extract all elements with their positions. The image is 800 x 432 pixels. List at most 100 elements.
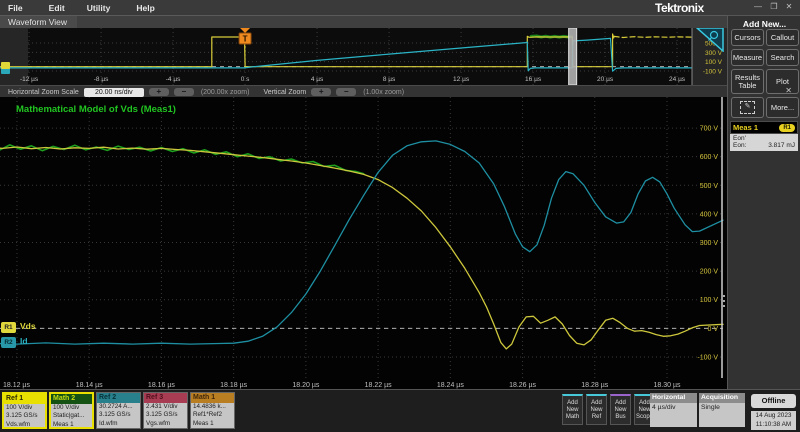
svg-text:12 µs: 12 µs [453,76,470,83]
window-close-button[interactable]: ✕ [783,2,795,11]
horizontal-zoom-scale-input[interactable]: 20.00 ns/div [84,88,144,97]
svg-text:-4 µs: -4 µs [166,76,181,83]
zoom-overview-close-icon[interactable]: ✕ [785,86,792,95]
overview-waveform-chart[interactable]: -12 µs-8 µs-4 µs0 s4 µs8 µs12 µs16 µs20 … [0,28,727,85]
datetime-display: 14 Aug 2023 11:10:38 AM [751,411,796,430]
cursors-button[interactable]: Cursors [731,29,764,46]
menu-file[interactable]: File [8,3,23,13]
ref2-scale: 30.2724 A... [97,403,140,411]
svg-text:-100 V: -100 V [703,68,723,75]
svg-text:300 V: 300 V [700,240,719,247]
measurement-results-badge[interactable]: Meas 1 R1 Eon' Eon: 3.817 mJ [730,121,798,151]
ref3-badge[interactable]: Ref 3 2.431 V/div 3.125 GS/s Vgs.wfm [143,392,188,429]
vds-trace-label: Vds [20,321,36,331]
math2-mode: Static|gat... [51,412,92,420]
math1-source: Meas 1 [191,420,234,428]
horizontal-zoom-plus-button[interactable]: + [149,88,169,96]
vertical-zoom-plus-button[interactable]: + [311,88,331,96]
svg-text:0 V: 0 V [707,326,718,333]
svg-text:-12 µs: -12 µs [20,76,39,83]
math-model-annotation: Mathematical Model of Vds (Meas1) [16,104,176,115]
meas1-label: Meas 1 [733,123,758,132]
svg-text:18.30 µs: 18.30 µs [654,382,681,389]
acquisition-settings-badge[interactable]: Acquisition Single [699,393,745,426]
draw-a-box-button[interactable]: ✎ [731,97,764,118]
ref1-filename: Vds.wfm [4,421,45,429]
callout-button[interactable]: Callout [766,29,799,46]
meas1-row2: Eon: 3.817 mJ [733,142,795,149]
eon-value: 3.817 mJ [768,142,795,149]
math2-badge[interactable]: Math 2 100 V/div Static|gat... Meas 1 [49,392,94,429]
svg-text:18.14 µs: 18.14 µs [76,382,103,389]
menu-edit[interactable]: Edit [49,3,65,13]
menu-utility[interactable]: Utility [87,3,111,13]
main-waveform-view[interactable]: 18.12 µs18.14 µs18.16 µs18.18 µs18.20 µs… [0,97,727,389]
math1-badge-title: Math 1 [191,393,234,403]
svg-text:18.22 µs: 18.22 µs [365,382,392,389]
offline-status-button[interactable]: Offline [751,394,796,408]
ref2-badge-title: Ref 2 [97,393,140,403]
ref1-badge[interactable]: Ref 1 100 V/div 3.125 GS/s Vds.wfm [2,392,47,429]
meas1-results-body: Eon' Eon: 3.817 mJ [730,134,798,151]
tektronix-logo: Tektronix [655,1,704,15]
meas1-source-tag: R1 [779,124,795,132]
ref2-channel-badge-marker[interactable]: R2 [1,337,16,348]
svg-text:18.16 µs: 18.16 µs [148,382,175,389]
svg-text:-100 V: -100 V [697,354,718,361]
svg-text:24 µs: 24 µs [669,76,686,83]
id-trace-label: Id [20,336,28,346]
measure-button[interactable]: Measure [731,49,764,66]
svg-text:18.20 µs: 18.20 µs [292,382,319,389]
acquisition-overview-panel[interactable]: -12 µs-8 µs-4 µs0 s4 µs8 µs12 µs16 µs20 … [0,28,727,85]
more-button[interactable]: More... [766,97,799,118]
ref3-scale: 2.431 V/div [144,403,187,411]
vertical-zoom-label: Vertical Zoom [263,89,306,96]
svg-text:0 s: 0 s [241,76,250,83]
svg-text:200 V: 200 V [700,269,719,276]
acquisition-mode-value: Single [699,403,745,427]
window-minimize-button[interactable]: — [752,2,764,11]
horizontal-settings-badge[interactable]: Horizontal 4 µs/div [650,393,697,426]
svg-text:100 V: 100 V [705,59,723,66]
add-new-header: Add New... [728,19,800,29]
ref3-samplerate: 3.125 GS/s [144,411,187,419]
meas1-title-row[interactable]: Meas 1 R1 [730,121,798,134]
search-button[interactable]: Search [766,49,799,66]
ref1-scale: 100 V/div [4,404,45,412]
math1-scale: 14.4836 k... [191,403,234,411]
horizontal-zoom-scale-label: Horizontal Zoom Scale [8,89,79,96]
add-new-ref-button[interactable]: Add New Ref [586,394,607,425]
right-control-panel: Add New... Cursors Callout Measure Searc… [727,15,800,390]
math2-source: Meas 1 [51,421,92,429]
ref1-samplerate: 3.125 GS/s [4,412,45,420]
menu-help[interactable]: Help [136,3,154,13]
horizontal-zoom-minus-button[interactable]: − [174,88,194,96]
vertical-zoom-minus-button[interactable]: − [336,88,356,96]
time-text: 11:10:38 AM [751,420,796,429]
ref1-channel-badge-marker[interactable]: R1 [1,322,16,333]
plot-button[interactable]: Plot [766,69,799,94]
add-new-math-button[interactable]: Add New Math [562,394,583,425]
vertical-zoom-factor: (1.00x zoom) [363,89,404,96]
ref2-filename: Id.wfm [97,420,140,428]
draw-a-box-icon: ✎ [740,101,755,114]
results-table-button[interactable]: Results Table [731,69,764,94]
ref3-badge-title: Ref 3 [144,393,187,403]
svg-text:700 V: 700 V [700,126,719,133]
svg-text:600 V: 600 V [700,154,719,161]
window-restore-button[interactable]: ❐ [768,2,780,11]
math1-badge[interactable]: Math 1 14.4836 k... Ref1*Ref2 Meas 1 [190,392,235,429]
oscilloscope-application-window: File Edit Utility Help Tektronix — ❐ ✕ W… [0,0,800,432]
svg-text:T: T [243,35,248,44]
svg-text:4 µs: 4 µs [311,76,324,83]
math2-scale: 100 V/div [51,404,92,412]
overview-zoom-icon[interactable] [696,28,724,52]
meas1-row1: Eon' [733,135,795,142]
ref2-badge[interactable]: Ref 2 30.2724 A... 3.125 GS/s Id.wfm [96,392,141,429]
svg-text:-8 µs: -8 µs [94,76,109,83]
acquisition-title: Acquisition [699,393,745,403]
add-new-bus-button[interactable]: Add New Bus [610,394,631,425]
svg-text:8 µs: 8 µs [383,76,396,83]
horizontal-title: Horizontal [650,393,697,403]
main-waveform-chart[interactable]: 18.12 µs18.14 µs18.16 µs18.18 µs18.20 µs… [0,97,727,389]
